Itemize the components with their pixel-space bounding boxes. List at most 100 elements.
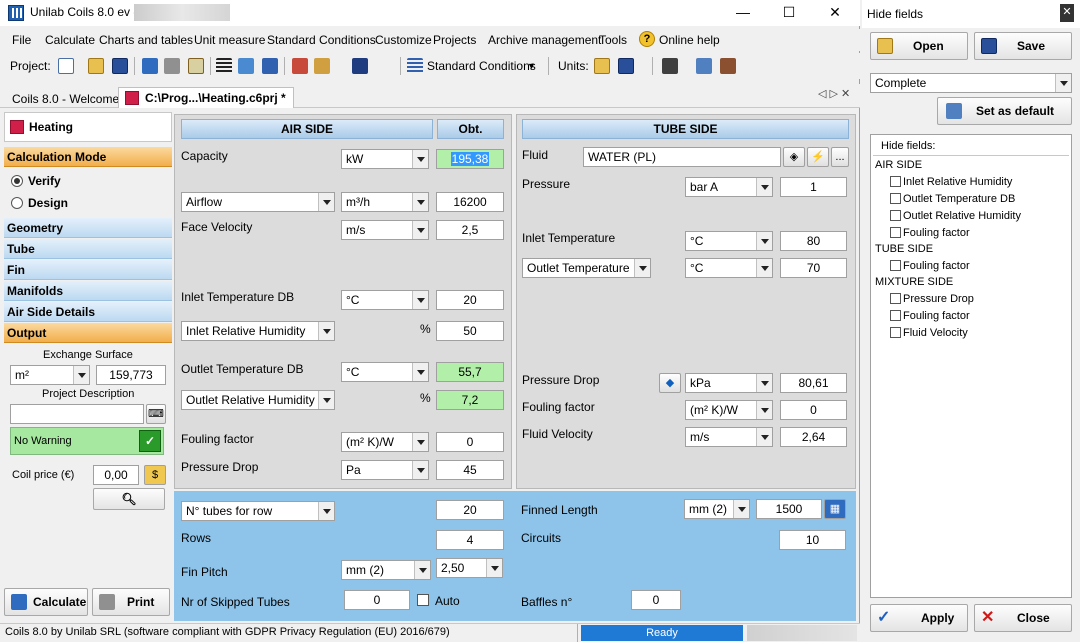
chevron-down-icon[interactable]: ▼: [527, 61, 536, 71]
verify-label[interactable]: Verify: [28, 174, 61, 188]
tube-fouling-field[interactable]: 0: [780, 400, 847, 420]
hide-checkbox[interactable]: [890, 227, 901, 238]
tube-fouling-unit-select[interactable]: (m² K)/W: [685, 400, 773, 420]
hide-item-air-fouling[interactable]: Fouling factor: [903, 227, 970, 239]
inlet-temp-db-field[interactable]: 20: [436, 290, 504, 310]
section-tube[interactable]: Tube: [4, 239, 172, 259]
hide-checkbox[interactable]: [890, 210, 901, 221]
design-radio[interactable]: [11, 197, 23, 209]
outlet-rh-field[interactable]: 7,2: [436, 390, 504, 410]
section-geometry[interactable]: Geometry: [4, 218, 172, 238]
menu-customize[interactable]: Customize: [375, 33, 432, 47]
hide-checkbox[interactable]: [890, 310, 901, 321]
set-as-default-button[interactable]: Set as default: [937, 97, 1072, 125]
diamond-icon[interactable]: ◆: [659, 373, 681, 393]
face-velocity-unit-select[interactable]: m/s: [341, 220, 429, 240]
hide-item-outlet-temp-db[interactable]: Outlet Temperature DB: [903, 193, 1015, 205]
calculate-button[interactable]: Calculate: [4, 588, 88, 616]
units-open-icon[interactable]: [594, 58, 610, 74]
capacity-field[interactable]: 195,38: [436, 149, 504, 169]
hide-item-outlet-rh[interactable]: Outlet Relative Humidity: [903, 210, 1021, 222]
air-fouling-unit-select[interactable]: (m² K)/W: [341, 432, 429, 452]
menu-calculate[interactable]: Calculate: [45, 33, 95, 47]
airflow-select[interactable]: Airflow: [181, 192, 335, 212]
hide-item-inlet-rh[interactable]: Inlet Relative Humidity: [903, 176, 1012, 188]
section-fin[interactable]: Fin: [4, 260, 172, 280]
wave-icon[interactable]: [262, 58, 278, 74]
print-icon[interactable]: [164, 58, 180, 74]
air-pressure-drop-field[interactable]: 45: [436, 460, 504, 480]
airflow-unit-select[interactable]: m³/h: [341, 192, 429, 212]
inlet-temp-db-unit-select[interactable]: °C: [341, 290, 429, 310]
menu-online-help[interactable]: Online help: [659, 33, 720, 47]
outlet-temp-db-field[interactable]: 55,7: [436, 362, 504, 382]
tab-welcome[interactable]: Coils 8.0 - Welcome!: [6, 89, 128, 110]
menu-unit-measure[interactable]: Unit measure: [194, 33, 265, 47]
calculator-icon[interactable]: ▦: [824, 499, 846, 519]
keyboard-icon[interactable]: ⌨: [146, 404, 166, 424]
calculator-icon[interactable]: [142, 58, 158, 74]
tube-outlet-temp-unit-select[interactable]: °C: [685, 258, 773, 278]
tube-outlet-temp-select[interactable]: Outlet Temperature: [522, 258, 651, 278]
hide-checkbox[interactable]: [890, 327, 901, 338]
section-manifolds[interactable]: Manifolds: [4, 281, 172, 301]
currency-icon[interactable]: [662, 58, 678, 74]
panel-close-icon[interactable]: ✕: [1060, 4, 1074, 22]
list-icon[interactable]: [216, 58, 232, 74]
pressure-field[interactable]: 1: [780, 177, 847, 197]
hide-checkbox[interactable]: [890, 260, 901, 271]
hide-checkbox[interactable]: [890, 293, 901, 304]
close-button[interactable]: ✕ Close: [974, 604, 1072, 632]
lightning-icon[interactable]: ⚡: [807, 147, 829, 167]
coil-price-field[interactable]: 0,00: [93, 465, 139, 485]
menu-archive[interactable]: Archive management: [488, 33, 601, 47]
coins-icon[interactable]: $: [144, 465, 166, 485]
menu-tools[interactable]: Tools: [599, 33, 627, 47]
menu-charts[interactable]: Charts and tables: [99, 33, 193, 47]
conditions-list-icon[interactable]: [407, 58, 423, 74]
menu-standard-conditions[interactable]: Standard Conditions: [267, 33, 376, 47]
table-icon[interactable]: [292, 58, 308, 74]
hide-item-tube-fouling[interactable]: Fouling factor: [903, 260, 970, 272]
fluid-more-button[interactable]: ...: [831, 147, 849, 167]
section-calculation-mode[interactable]: Calculation Mode: [4, 147, 172, 167]
section-air-side-details[interactable]: Air Side Details: [4, 302, 172, 322]
exit-icon[interactable]: [696, 58, 712, 74]
fluid-velocity-field[interactable]: 2,64: [780, 427, 847, 447]
tube-inlet-temp-field[interactable]: 80: [780, 231, 847, 251]
pen-chart-icon[interactable]: [352, 58, 368, 74]
rows-field[interactable]: 4: [436, 530, 504, 550]
tab-heating-file[interactable]: C:\Prog...\Heating.c6prj *: [118, 87, 294, 108]
fluid-field[interactable]: WATER (PL): [583, 147, 781, 167]
finned-length-unit-select[interactable]: mm (2): [684, 499, 750, 519]
new-document-icon[interactable]: [58, 58, 74, 74]
exchange-surface-field[interactable]: 159,773: [96, 365, 166, 385]
outlet-temp-db-unit-select[interactable]: °C: [341, 362, 429, 382]
skipped-tubes-field[interactable]: 0: [344, 590, 410, 610]
hide-item-mixture-velocity[interactable]: Fluid Velocity: [903, 327, 968, 339]
hide-checkbox[interactable]: [890, 176, 901, 187]
units-save-icon[interactable]: [618, 58, 634, 74]
hide-item-mixture-fouling[interactable]: Fouling factor: [903, 310, 970, 322]
menu-projects[interactable]: Projects: [433, 33, 476, 47]
search-button[interactable]: 🔍︎: [93, 488, 165, 510]
preset-select[interactable]: Complete: [870, 73, 1072, 93]
finned-length-field[interactable]: 1500: [756, 499, 822, 519]
minimize-button[interactable]: —: [720, 0, 766, 26]
fluid-velocity-unit-select[interactable]: m/s: [685, 427, 773, 447]
print-button[interactable]: Print: [92, 588, 170, 616]
inlet-rh-select[interactable]: Inlet Relative Humidity: [181, 321, 335, 341]
tools-icon[interactable]: [720, 58, 736, 74]
fluid-bucket-icon[interactable]: ◈: [783, 147, 805, 167]
open-folder-icon[interactable]: [88, 58, 104, 74]
tab-navigation-controls[interactable]: ◁ ▷ ✕: [818, 87, 850, 100]
pressure-unit-select[interactable]: bar A: [685, 177, 773, 197]
menu-file[interactable]: File: [12, 33, 31, 47]
exchange-surface-unit-select[interactable]: m²: [10, 365, 90, 385]
fin-pitch-select[interactable]: 2,50: [436, 558, 503, 578]
standard-conditions-dropdown[interactable]: Standard Conditions: [427, 59, 536, 73]
fin-pitch-unit-select[interactable]: mm (2): [341, 560, 431, 580]
tube-pressure-drop-unit-select[interactable]: kPa: [685, 373, 773, 393]
verify-radio[interactable]: [11, 175, 23, 187]
hide-checkbox[interactable]: [890, 193, 901, 204]
